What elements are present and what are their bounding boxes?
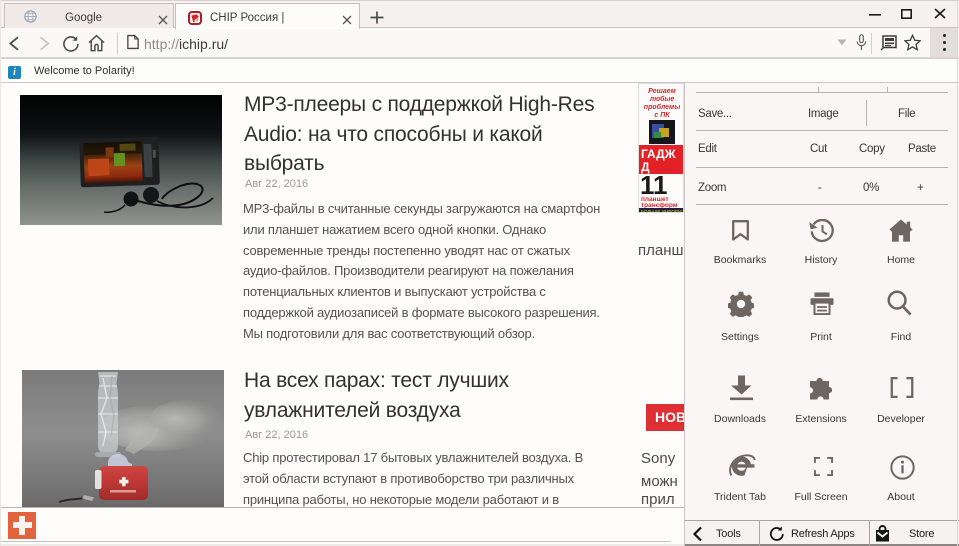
svg-text:ГАДЖ: ГАДЖ	[641, 147, 676, 161]
svg-text:БОЛЬШЕ ИНФОРМ: БОЛЬШЕ ИНФОРМ	[641, 209, 682, 213]
svg-text:проблемы: проблемы	[644, 103, 680, 111]
svg-text:любые: любые	[649, 95, 675, 103]
svg-text:Решаем: Решаем	[648, 88, 676, 95]
svg-text:трансформ: трансформ	[641, 202, 678, 209]
svg-text:с ПК: с ПК	[654, 112, 670, 119]
